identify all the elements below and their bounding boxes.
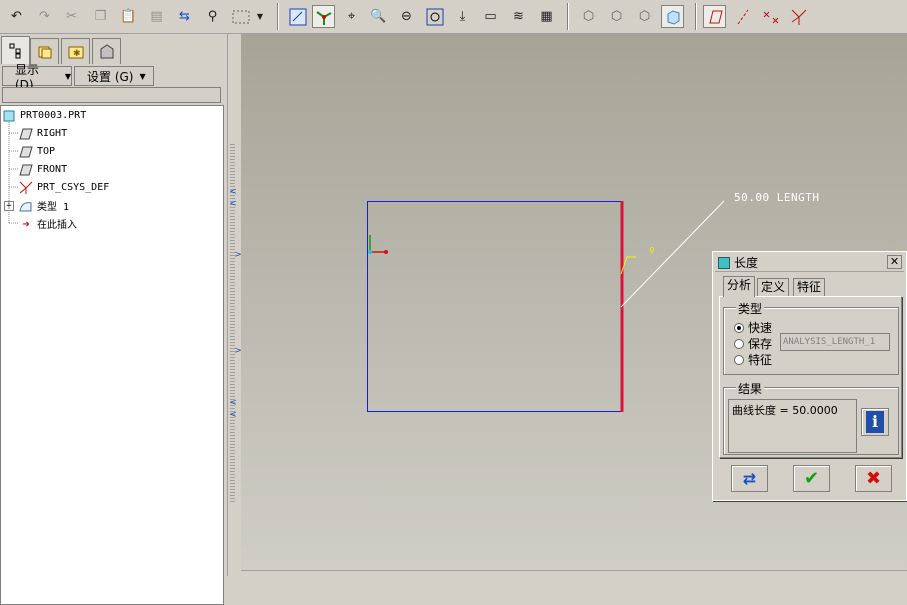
reorient-icon[interactable]: ⤓ [451,5,474,28]
repaint-icon[interactable] [286,5,309,28]
ok-button[interactable]: ✔ [793,465,830,492]
model-tree: PRT0003.PRT RIGHT TOP FRONT PRT_CSYS_DEF… [0,105,224,605]
no-hidden-icon[interactable]: ⬡ [633,5,656,28]
result-text: 曲线长度 = 50.0000 [732,404,838,417]
chevron-down-icon: ▼ [64,71,71,81]
radio-feature-label: 特征 [748,353,773,367]
type-group: 类型 快速 保存 ANALYSIS_LENGTH_1 特征 [723,300,899,375]
main-toolbar: ↶ ↷ ✂ ❐ 📋 ▤ ⇆ ⚲ ▼ ⌖ 🔍 ⊖ ⤓ ▭ ≋ ▦ ⬡ ⬡ ⬡ [0,0,907,34]
type-group-label: 类型 [736,300,765,317]
regenerate-icon[interactable]: ⇆ [173,5,196,28]
settings-menu-label: 设置 (G) [87,69,134,84]
tree-item-label: PRT_CSYS_DEF [37,182,110,193]
length-dialog: 长度 ✕ 分析 定义 特征 类型 快速 保存 ANALYSIS_LENGTH_1… [712,251,907,501]
hidden-line-icon[interactable]: ⬡ [605,5,628,28]
paste-icon[interactable]: 📋 [117,5,140,28]
sketch-rectangle [367,201,623,412]
navigator-panel: ✱ 显示 (D) ▼ 设置 (G) ▼ PRT0003.PRT RIGHT TO… [0,34,227,605]
layers-icon[interactable]: ≋ [507,5,530,28]
tree-item-label: 在此插入 [37,220,77,231]
check-icon: ✔ [803,468,820,489]
chevron-down-icon: ▼ [139,71,146,81]
repeat-button[interactable]: ⇄ [731,465,768,492]
radio-button[interactable] [734,338,744,349]
radio-quick[interactable]: 快速 [734,319,772,336]
radio-button[interactable] [734,354,744,365]
collapse-left-icon[interactable]: < [229,199,237,209]
tree-path-bar [2,87,221,103]
undo-icon[interactable]: ↶ [5,5,28,28]
csys-origin [368,250,372,254]
favorites-tab[interactable]: ✱ [61,38,90,64]
orient-icon[interactable]: ⌖ [340,5,363,28]
find-icon[interactable]: ⚲ [201,5,224,28]
coordinate-systems-icon[interactable] [787,5,810,28]
collapse-left-icon[interactable]: < [229,187,237,197]
named-view-icon[interactable]: ▭ [479,5,502,28]
tab-analysis[interactable]: 分析 [723,276,756,297]
zoom-out-icon[interactable]: ⊖ [395,5,418,28]
spin-center-icon[interactable] [312,5,335,28]
datum-axes-icon[interactable] [731,5,754,28]
dimension-leader [620,200,725,308]
panel-splitter[interactable]: < < > > < < [227,34,242,576]
dialog-title: 长度 [734,256,759,270]
tree-connectors [8,122,18,224]
redo-icon[interactable]: ↷ [33,5,56,28]
dialog-titlebar: 长度 ✕ [715,254,904,272]
show-menu-button[interactable]: 显示 (D) ▼ [2,63,72,92]
refit-icon[interactable] [423,5,446,28]
radio-button-selected[interactable] [734,322,744,333]
copy-icon[interactable]: ❐ [89,5,112,28]
result-text-area: 曲线长度 = 50.0000 [728,399,857,453]
collapse-left-icon[interactable]: < [229,410,237,420]
radio-save-label: 保存 [748,337,773,351]
close-icon: ✖ [865,468,882,489]
info-icon: i [866,411,884,433]
info-button[interactable]: i [861,408,889,436]
paste-special-icon[interactable]: ▤ [145,5,168,28]
radio-quick-label: 快速 [748,321,773,335]
settings-menu-button[interactable]: 设置 (G) ▼ [74,66,154,86]
tree-item-label: FRONT [37,164,68,175]
collapse-left-icon[interactable]: < [229,398,237,408]
edge-marker-glyph: ⚲ [649,246,655,255]
select-box-icon[interactable] [228,5,254,28]
connections-tab[interactable] [92,38,121,64]
shading-icon[interactable] [661,5,684,28]
datum-planes-icon[interactable] [703,5,726,28]
model-setup-icon[interactable]: ▦ [535,5,558,28]
tab-definition[interactable]: 定义 [757,278,790,296]
cut-icon[interactable]: ✂ [60,5,83,28]
tree-item-label: 类型 1 [37,202,70,213]
save-name-field[interactable]: ANALYSIS_LENGTH_1 [780,333,890,351]
length-annotation: 50.00 LENGTH [734,191,820,204]
cancel-button[interactable]: ✖ [855,465,892,492]
tab-feature[interactable]: 特征 [793,278,826,296]
svg-text:✱: ✱ [73,49,81,59]
zoom-in-icon[interactable]: 🔍 [367,5,390,28]
chevron-down-icon[interactable]: ▼ [254,5,266,28]
status-strip [241,570,907,576]
wireframe-icon[interactable]: ⬡ [577,5,600,28]
tab-page: 类型 快速 保存 ANALYSIS_LENGTH_1 特征 结果 曲线长度 = … [719,296,902,458]
refresh-icon: ⇄ [742,469,757,488]
dialog-app-icon [718,256,730,269]
close-icon[interactable]: ✕ [887,255,902,269]
tree-item-label: RIGHT [37,128,68,139]
result-group: 结果 曲线长度 = 50.0000 i [723,380,899,455]
datum-points-icon[interactable] [759,5,782,28]
radio-save[interactable]: 保存 [734,335,772,352]
radio-feature[interactable]: 特征 [734,351,772,368]
result-group-label: 结果 [736,380,765,397]
